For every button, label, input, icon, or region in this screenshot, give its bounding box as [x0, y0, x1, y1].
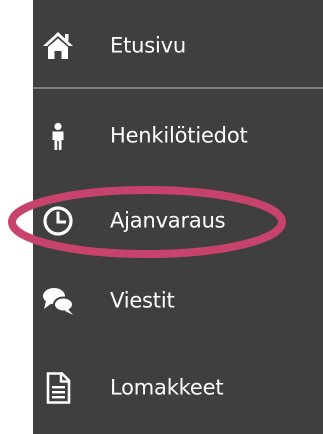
- menu-item-henkilotiedot[interactable]: Henkilötiedot: [33, 101, 323, 171]
- sidebar-menu: Etusivu Henkilötiedot Ajanvaraus Viestit…: [33, 0, 323, 434]
- document-icon: [41, 371, 75, 405]
- menu-label: Lomakkeet: [110, 375, 224, 400]
- home-icon: [41, 29, 75, 63]
- menu-item-lomakkeet[interactable]: Lomakkeet: [33, 353, 323, 423]
- person-icon: [41, 119, 75, 153]
- clock-icon: [41, 204, 75, 238]
- menu-item-ajanvaraus[interactable]: Ajanvaraus: [33, 186, 323, 256]
- menu-label: Henkilötiedot: [110, 123, 248, 148]
- menu-label: Etusivu: [110, 33, 186, 58]
- menu-item-etusivu[interactable]: Etusivu: [33, 11, 323, 81]
- menu-label: Ajanvaraus: [110, 208, 226, 233]
- menu-label: Viestit: [110, 288, 175, 313]
- chat-bubbles-icon: [41, 284, 75, 318]
- menu-item-viestit[interactable]: Viestit: [33, 266, 323, 336]
- menu-divider: [33, 87, 323, 89]
